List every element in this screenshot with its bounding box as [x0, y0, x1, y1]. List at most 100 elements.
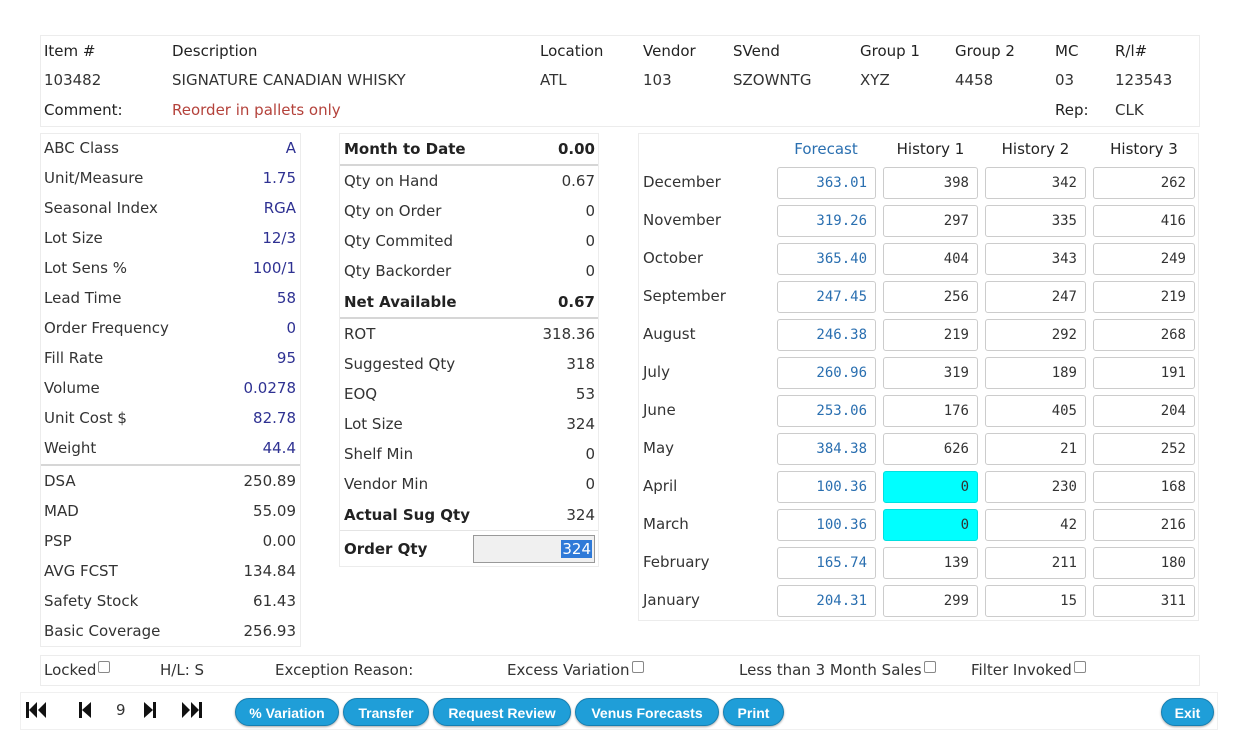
history3-cell[interactable]: 180	[1093, 547, 1195, 579]
venus-forecasts-button[interactable]: Venus Forecasts	[575, 698, 719, 726]
history2-cell[interactable]: 292	[985, 319, 1086, 351]
qty-value: 0	[585, 232, 595, 250]
history1-cell[interactable]: 626	[883, 433, 978, 465]
history2-cell[interactable]: 15	[985, 585, 1086, 617]
month-label: March	[643, 515, 689, 533]
net-available-divider	[340, 317, 598, 319]
item-number: 103482	[44, 71, 102, 89]
forecast-cell[interactable]: 363.01	[777, 167, 876, 199]
forecast-cell[interactable]: 365.40	[777, 243, 876, 275]
history3-cell[interactable]: 191	[1093, 357, 1195, 389]
history2-cell[interactable]: 211	[985, 547, 1086, 579]
attribute-value: 58	[276, 289, 296, 307]
statistic-value: 256.93	[243, 622, 297, 640]
history2-cell[interactable]: 42	[985, 509, 1086, 541]
filter-invoked-field: Filter Invoked	[971, 660, 1086, 680]
print-button[interactable]: Print	[723, 698, 784, 726]
col-mc-label: MC	[1055, 42, 1079, 60]
history1-cell[interactable]: 404	[883, 243, 978, 275]
history1-cell[interactable]: 299	[883, 585, 978, 617]
rep-label: Rep:	[1055, 101, 1089, 119]
forecast-cell[interactable]: 247.45	[777, 281, 876, 313]
forecast-cell[interactable]: 253.06	[777, 395, 876, 427]
history2-cell[interactable]: 405	[985, 395, 1086, 427]
actual-sug-qty-label: Actual Sug Qty	[344, 506, 470, 524]
calc-value: 0	[585, 445, 595, 463]
history1-cell[interactable]: 256	[883, 281, 978, 313]
item-group2: 4458	[955, 71, 994, 89]
last-record-icon[interactable]	[181, 700, 203, 720]
month-label: November	[643, 211, 722, 229]
locked-checkbox[interactable]	[98, 661, 111, 673]
forecast-cell[interactable]: 384.38	[777, 433, 876, 465]
transfer-button[interactable]: Transfer	[343, 698, 429, 726]
col-item-label: Item #	[44, 42, 96, 60]
calc-value: 318	[566, 355, 595, 373]
history1-cell[interactable]: 219	[883, 319, 978, 351]
history2-cell[interactable]: 189	[985, 357, 1086, 389]
exit-button[interactable]: Exit	[1161, 698, 1214, 726]
forecast-cell[interactable]: 100.36	[777, 471, 876, 503]
excess-variation-checkbox[interactable]	[631, 661, 644, 673]
calc-label: EOQ	[344, 385, 378, 403]
col-location-label: Location	[540, 42, 604, 60]
filter-invoked-checkbox[interactable]	[1073, 661, 1086, 673]
history1-cell[interactable]: 297	[883, 205, 978, 237]
attribute-value: A	[285, 139, 296, 157]
history1-cell[interactable]: 319	[883, 357, 978, 389]
attribute-value: 82.78	[253, 409, 296, 427]
less-than-3-checkbox[interactable]	[923, 661, 936, 673]
forecast-cell[interactable]: 246.38	[777, 319, 876, 351]
attribute-label: Weight	[44, 439, 97, 457]
sug-qty-divider	[340, 530, 598, 531]
history3-cell[interactable]: 216	[1093, 509, 1195, 541]
history3-cell[interactable]: 311	[1093, 585, 1195, 617]
history1-cell[interactable]: 176	[883, 395, 978, 427]
forecast-cell[interactable]: 260.96	[777, 357, 876, 389]
calc-value: 324	[566, 415, 595, 433]
history3-cell[interactable]: 416	[1093, 205, 1195, 237]
history3-cell[interactable]: 168	[1093, 471, 1195, 503]
statistic-value: 61.43	[253, 592, 296, 610]
qty-value: 0	[585, 262, 595, 280]
history2-cell[interactable]: 247	[985, 281, 1086, 313]
qty-label: Qty on Order	[344, 202, 442, 220]
comment-label: Comment:	[44, 101, 123, 119]
statistic-value: 0.00	[262, 532, 296, 550]
history2-cell[interactable]: 21	[985, 433, 1086, 465]
variation-button[interactable]: % Variation	[235, 698, 339, 726]
attribute-label: Lot Sens %	[44, 259, 128, 277]
calc-label: ROT	[344, 325, 376, 343]
order-qty-input[interactable]: 324	[473, 535, 595, 563]
first-record-icon[interactable]	[25, 700, 47, 720]
history1-cell[interactable]: 398	[883, 167, 978, 199]
history1-cell[interactable]: 139	[883, 547, 978, 579]
history1-cell[interactable]: 0	[883, 471, 978, 503]
history1-cell[interactable]: 0	[883, 509, 978, 541]
history2-cell[interactable]: 342	[985, 167, 1086, 199]
history3-cell[interactable]: 249	[1093, 243, 1195, 275]
forecast-cell[interactable]: 100.36	[777, 509, 876, 541]
calc-label: Vendor Min	[344, 475, 429, 493]
history3-cell[interactable]: 268	[1093, 319, 1195, 351]
previous-record-icon[interactable]	[78, 700, 92, 720]
history3-cell[interactable]: 219	[1093, 281, 1195, 313]
forecast-cell[interactable]: 319.26	[777, 205, 876, 237]
rep-value: CLK	[1115, 101, 1144, 119]
history3-cell[interactable]: 204	[1093, 395, 1195, 427]
attribute-value: 44.4	[262, 439, 296, 457]
history3-cell[interactable]: 252	[1093, 433, 1195, 465]
history2-cell[interactable]: 343	[985, 243, 1086, 275]
forecast-cell[interactable]: 204.31	[777, 585, 876, 617]
month-label: October	[643, 249, 704, 267]
request-review-button[interactable]: Request Review	[433, 698, 571, 726]
history3-cell[interactable]: 262	[1093, 167, 1195, 199]
forecast-cell[interactable]: 165.74	[777, 547, 876, 579]
attribute-value: 12/3	[262, 229, 296, 247]
col-group2-label: Group 2	[955, 42, 1015, 60]
next-record-icon[interactable]	[143, 700, 157, 720]
qty-value: 0	[585, 202, 595, 220]
history2-cell[interactable]: 335	[985, 205, 1086, 237]
history2-cell[interactable]: 230	[985, 471, 1086, 503]
attribute-label: Unit/Measure	[44, 169, 144, 187]
